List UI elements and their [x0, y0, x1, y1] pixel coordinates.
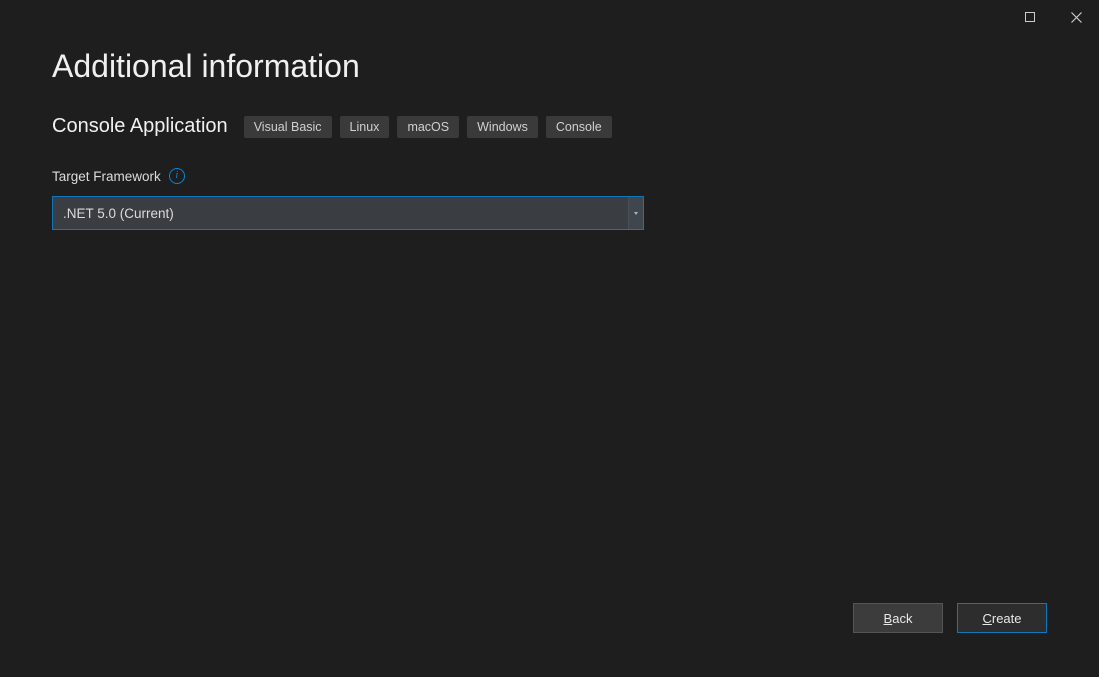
- info-icon[interactable]: i: [169, 168, 185, 184]
- target-framework-dropdown[interactable]: .NET 5.0 (Current): [52, 196, 644, 230]
- create-button[interactable]: Create: [957, 603, 1047, 633]
- target-framework-label: Target Framework: [52, 169, 161, 184]
- tag: Visual Basic: [244, 116, 332, 138]
- tag: macOS: [397, 116, 459, 138]
- maximize-icon[interactable]: [1007, 0, 1053, 34]
- page-title: Additional information: [52, 48, 1047, 85]
- tag: Linux: [340, 116, 390, 138]
- close-icon[interactable]: [1053, 0, 1099, 34]
- tag: Windows: [467, 116, 538, 138]
- tag: Console: [546, 116, 612, 138]
- back-button[interactable]: Back: [853, 603, 943, 633]
- chevron-down-icon[interactable]: [628, 197, 643, 229]
- target-framework-value: .NET 5.0 (Current): [53, 197, 628, 229]
- project-type-label: Console Application: [52, 115, 228, 138]
